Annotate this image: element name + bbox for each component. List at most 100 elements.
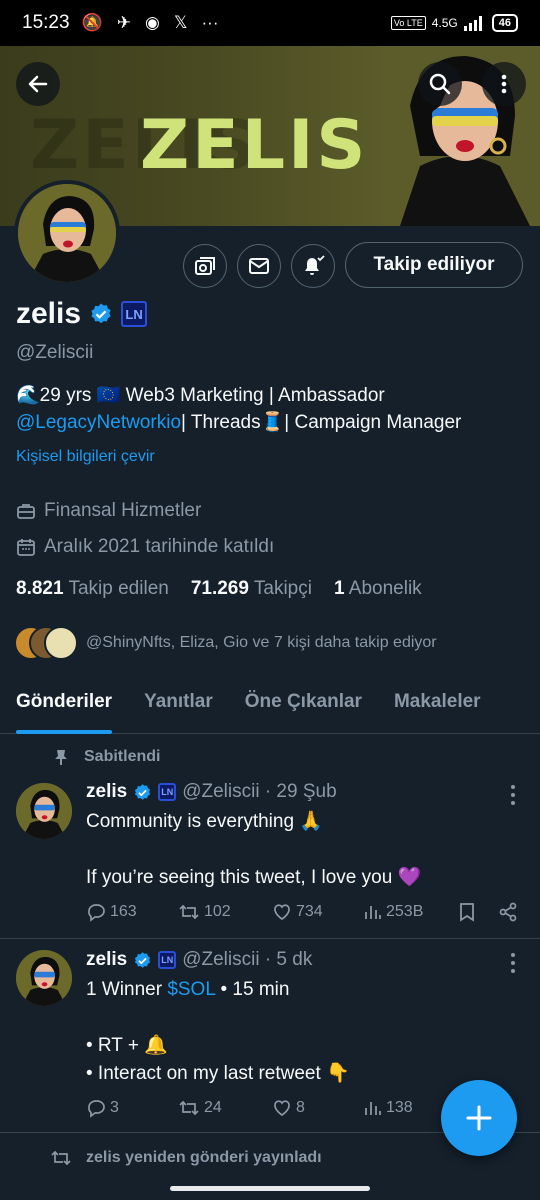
tweet-header: zelis LN @Zeliscii · 5 dk: [86, 949, 312, 971]
status-time: 15:23: [22, 12, 70, 33]
banner-title: ZELIS: [140, 106, 369, 185]
more-notifications-icon: ···: [201, 13, 219, 32]
reply-button[interactable]: 163: [86, 902, 178, 922]
profile-name: zelis: [16, 297, 82, 330]
retweet-icon: [51, 1150, 71, 1166]
following-count: 8.821: [16, 578, 64, 599]
known-followers-text: @ShinyNfts, Eliza, Gio ve 7 kişi daha ta…: [86, 634, 437, 651]
back-button[interactable]: [16, 62, 60, 106]
bell-check-icon: [305, 255, 325, 275]
retweeted-indicator: zelis yeniden gönderi yayınladı: [50, 1148, 322, 1168]
tweet-line: Community is everything 🙏: [86, 811, 323, 832]
tweet-text: 1 Winner $SOL • 15 min • RT + 🔔 • Intera…: [86, 976, 350, 1088]
tweet-actions: 163 102 734 253B: [86, 902, 518, 922]
tab-articles[interactable]: Makaleler: [378, 676, 497, 734]
bookmark-button[interactable]: [458, 902, 498, 922]
battery-icon: 46: [491, 14, 518, 32]
volte-icon: Vo LTE: [390, 16, 426, 30]
tweet-more-icon[interactable]: [510, 784, 516, 806]
subscriptions-count: 1: [333, 578, 345, 599]
arrow-left-icon: [28, 75, 48, 93]
subscribe-button[interactable]: [183, 244, 227, 288]
search-button[interactable]: [418, 62, 462, 106]
affiliate-badge: LN: [158, 783, 177, 801]
bookmark-icon: [460, 903, 474, 922]
translate-bio-link[interactable]: Kişisel bilgileri çevir: [16, 448, 155, 466]
affiliate-badge: LN: [158, 951, 177, 969]
retweet-button[interactable]: 102: [178, 902, 272, 922]
like-button[interactable]: 734: [272, 902, 364, 922]
like-count: 734: [296, 903, 323, 920]
subscriptions-stat[interactable]: 1 Abonelik: [334, 578, 422, 600]
divider: [0, 938, 540, 939]
tweet-meta: @Zeliscii · 29 Şub: [182, 781, 337, 802]
tweet-more-icon[interactable]: [510, 952, 516, 974]
gesture-nav-bar[interactable]: [170, 1186, 370, 1191]
followers-stat[interactable]: 71.269 Takipçi: [191, 578, 312, 600]
avatar-illustration: [16, 950, 72, 1006]
views-count: 253B: [386, 903, 424, 920]
views-button[interactable]: 253B: [364, 903, 458, 921]
retweeted-label: zelis yeniden gönderi yayınladı: [86, 1149, 322, 1166]
subscription-icon: [195, 257, 215, 275]
telegram-icon: ✈: [116, 13, 131, 32]
tweet-actions: 3 24 8 138: [86, 1098, 458, 1118]
profile-name-row: zelis LN: [16, 297, 148, 331]
profile-category: Finansal Hizmetler: [16, 500, 201, 522]
pinned-label: Sabitlendi: [84, 748, 161, 765]
retweet-icon: [179, 1100, 199, 1116]
bio-mention-link[interactable]: @LegacyNetworkio: [16, 412, 181, 433]
verified-badge-icon: [135, 783, 151, 800]
share-button[interactable]: [498, 902, 518, 922]
tweet-avatar[interactable]: [16, 783, 72, 839]
tweet-line: If you’re seeing this tweet, I love you …: [86, 867, 422, 888]
following-stat[interactable]: 8.821 Takip edilen: [16, 578, 169, 600]
message-button[interactable]: [237, 244, 281, 288]
reply-button[interactable]: 3: [86, 1098, 178, 1118]
bio-line-2: @LegacyNetworkio| Threads🧵| Campaign Man…: [16, 409, 526, 436]
known-followers[interactable]: @ShinyNfts, Eliza, Gio ve 7 kişi daha ta…: [14, 626, 437, 660]
status-bar: 15:23 🔕 ✈ ◉ 𝕏 ··· Vo LTE 4.5G 46: [0, 0, 540, 46]
cashtag-link[interactable]: $SOL: [167, 979, 215, 1000]
verified-badge-icon[interactable]: [89, 302, 113, 326]
tab-posts[interactable]: Gönderiler: [0, 676, 128, 734]
affiliate-badge[interactable]: LN: [121, 301, 148, 327]
reply-icon: [88, 1100, 105, 1118]
like-count: 8: [296, 1099, 305, 1116]
compose-post-button[interactable]: [441, 1080, 517, 1156]
reply-icon: [88, 904, 105, 922]
tweet-line: 1 Winner $SOL • 15 min: [86, 979, 290, 1000]
tweet-author-name[interactable]: zelis: [86, 949, 127, 971]
views-chart-icon: [365, 906, 381, 919]
pinned-indicator: Sabitlendi: [52, 748, 160, 766]
tab-replies[interactable]: Yanıtlar: [128, 676, 229, 734]
tab-highlights[interactable]: Öne Çıkanlar: [229, 676, 378, 734]
followers-label: Takipçi: [253, 578, 312, 599]
profile-joined: Aralık 2021 tarihinde katıldı: [16, 536, 274, 558]
notifications-button[interactable]: [291, 244, 335, 288]
profile-handle: @Zeliscii: [16, 342, 94, 363]
tweet-header: zelis LN @Zeliscii · 29 Şub: [86, 781, 337, 803]
retweet-count: 102: [204, 903, 231, 920]
following-button[interactable]: Takip ediliyor: [345, 242, 523, 288]
share-icon: [499, 902, 517, 922]
mail-icon: [249, 258, 269, 274]
like-button[interactable]: 8: [272, 1098, 364, 1118]
retweet-icon: [179, 904, 199, 920]
search-icon: [429, 73, 451, 95]
joined-label: Aralık 2021 tarihinde katıldı: [44, 536, 275, 557]
calendar-icon: [17, 539, 35, 556]
profile-stats: 8.821 Takip edilen 71.269 Takipçi 1 Abon…: [16, 578, 422, 600]
retweet-button[interactable]: 24: [178, 1098, 272, 1118]
retweet-count: 24: [204, 1099, 222, 1116]
reply-count: 163: [110, 903, 137, 920]
profile-bio: 🌊29 yrs 🇪🇺 Web3 Marketing | Ambassador @…: [16, 382, 526, 436]
profile-avatar[interactable]: [14, 180, 120, 286]
plus-icon: [466, 1105, 492, 1131]
tweet-avatar[interactable]: [16, 950, 72, 1006]
network-label: 4.5G: [431, 16, 458, 30]
tweet-text: Community is everything 🙏 If you’re seei…: [86, 808, 421, 892]
heart-icon: [274, 1100, 290, 1117]
more-options-button[interactable]: [482, 62, 526, 106]
tweet-author-name[interactable]: zelis: [86, 781, 127, 803]
